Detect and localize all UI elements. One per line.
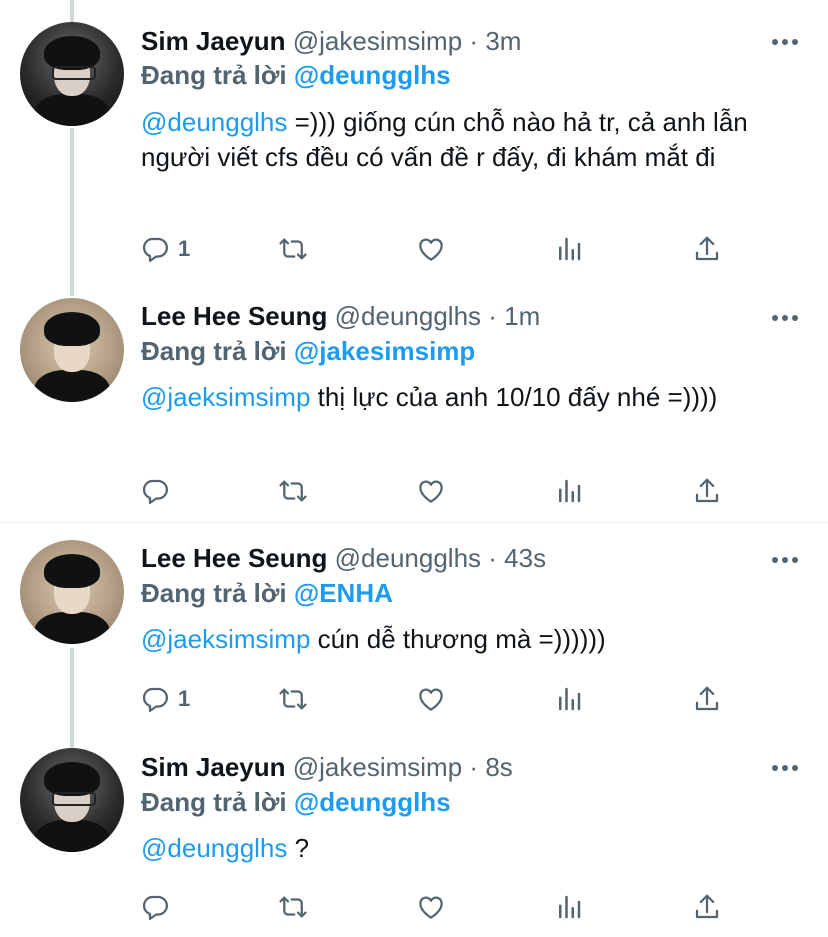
retweet-icon (278, 684, 308, 714)
display-name[interactable]: Lee Hee Seung (141, 543, 327, 573)
replying-to-label: Đang trả lời (141, 336, 287, 366)
thread-line (70, 128, 74, 296)
user-handle[interactable]: @deungglhs (335, 543, 481, 573)
share-button[interactable] (692, 890, 722, 924)
analytics-icon (554, 476, 584, 506)
like-icon (416, 476, 446, 506)
replying-to-label: Đang trả lời (141, 578, 287, 608)
retweet-icon (278, 892, 308, 922)
retweet-button[interactable] (278, 890, 308, 924)
like-button[interactable] (416, 232, 446, 266)
separator-dot: · (488, 301, 497, 331)
retweet-icon (278, 234, 308, 264)
user-handle[interactable]: @deungglhs (335, 301, 481, 331)
reply-button[interactable]: 1 (140, 232, 190, 266)
avatar[interactable] (20, 748, 124, 852)
analytics-icon (554, 234, 584, 264)
display-name[interactable]: Lee Hee Seung (141, 301, 327, 331)
share-button[interactable] (692, 232, 722, 266)
user-handle[interactable]: @jakesimsimp (293, 26, 462, 56)
separator-dot: · (469, 752, 479, 782)
timestamp[interactable]: 3m (485, 26, 521, 56)
replying-to-link[interactable]: @jakesimsimp (294, 336, 475, 366)
reply-count: 1 (178, 236, 191, 261)
more-icon[interactable] (772, 762, 800, 772)
like-icon (416, 234, 446, 264)
reply-button[interactable]: 1 (140, 682, 190, 716)
display-name[interactable]: Sim Jaeyun (141, 26, 286, 56)
separator-dot: · (488, 543, 497, 573)
like-button[interactable] (416, 890, 446, 924)
tweet-text: @deungglhs =))) giống cún chỗ nào hả tr,… (141, 105, 781, 175)
avatar[interactable] (20, 22, 124, 126)
replying-to-link[interactable]: @deungglhs (294, 787, 451, 817)
avatar[interactable] (20, 298, 124, 402)
more-icon[interactable] (772, 312, 800, 322)
reply-count: 1 (178, 686, 191, 711)
tweet-actions (140, 474, 740, 508)
replying-to-link[interactable]: @ENHA (294, 578, 393, 608)
tweet-body: ? (287, 833, 310, 863)
retweet-button[interactable] (278, 682, 308, 716)
mention-link[interactable]: @jaeksimsimp (141, 382, 310, 412)
mention-link[interactable]: @jaeksimsimp (141, 624, 310, 654)
mention-link[interactable]: @deungglhs (141, 833, 287, 863)
retweet-icon (278, 476, 308, 506)
reply-button[interactable] (140, 890, 178, 924)
tweet-actions: 1 (140, 682, 740, 716)
analytics-icon (554, 892, 584, 922)
more-icon[interactable] (772, 36, 800, 46)
share-icon (692, 684, 722, 714)
analytics-icon (554, 684, 584, 714)
tweet-body: cún dễ thương mà =)))))) (310, 624, 606, 654)
thread-line (70, 648, 74, 748)
tweet-text: @jaeksimsimp thị lực của anh 10/10 đấy n… (141, 380, 781, 415)
reply-icon (140, 234, 170, 264)
more-icon[interactable] (772, 554, 800, 564)
reply-icon (140, 892, 170, 922)
analytics-button[interactable] (554, 890, 584, 924)
display-name[interactable]: Sim Jaeyun (141, 752, 286, 782)
analytics-button[interactable] (554, 682, 584, 716)
user-handle[interactable]: @jakesimsimp (293, 752, 462, 782)
share-button[interactable] (692, 682, 722, 716)
analytics-button[interactable] (554, 232, 584, 266)
timestamp[interactable]: 43s (504, 543, 546, 573)
tweet-text: @deungglhs ? (141, 831, 781, 866)
like-button[interactable] (416, 682, 446, 716)
tweet-text: @jaeksimsimp cún dễ thương mà =)))))) (141, 622, 781, 657)
divider (0, 522, 828, 523)
like-button[interactable] (416, 474, 446, 508)
retweet-button[interactable] (278, 232, 308, 266)
like-icon (416, 892, 446, 922)
like-icon (416, 684, 446, 714)
timestamp[interactable]: 8s (485, 752, 512, 782)
avatar[interactable] (20, 540, 124, 644)
reply-icon (140, 684, 170, 714)
reply-icon (140, 476, 170, 506)
separator-dot: · (469, 26, 479, 56)
tweet-actions (140, 890, 740, 924)
replying-to-link[interactable]: @deungglhs (294, 60, 451, 90)
share-icon (692, 234, 722, 264)
share-button[interactable] (692, 474, 722, 508)
reply-button[interactable] (140, 474, 178, 508)
tweet-body: thị lực của anh 10/10 đấy nhé =)))) (310, 382, 718, 412)
tweet-actions: 1 (140, 232, 740, 266)
retweet-button[interactable] (278, 474, 308, 508)
timestamp[interactable]: 1m (504, 301, 540, 331)
share-icon (692, 892, 722, 922)
thread-line (70, 0, 74, 22)
share-icon (692, 476, 722, 506)
mention-link[interactable]: @deungglhs (141, 107, 287, 137)
analytics-button[interactable] (554, 474, 584, 508)
replying-to-label: Đang trả lời (141, 787, 287, 817)
replying-to-label: Đang trả lời (141, 60, 287, 90)
